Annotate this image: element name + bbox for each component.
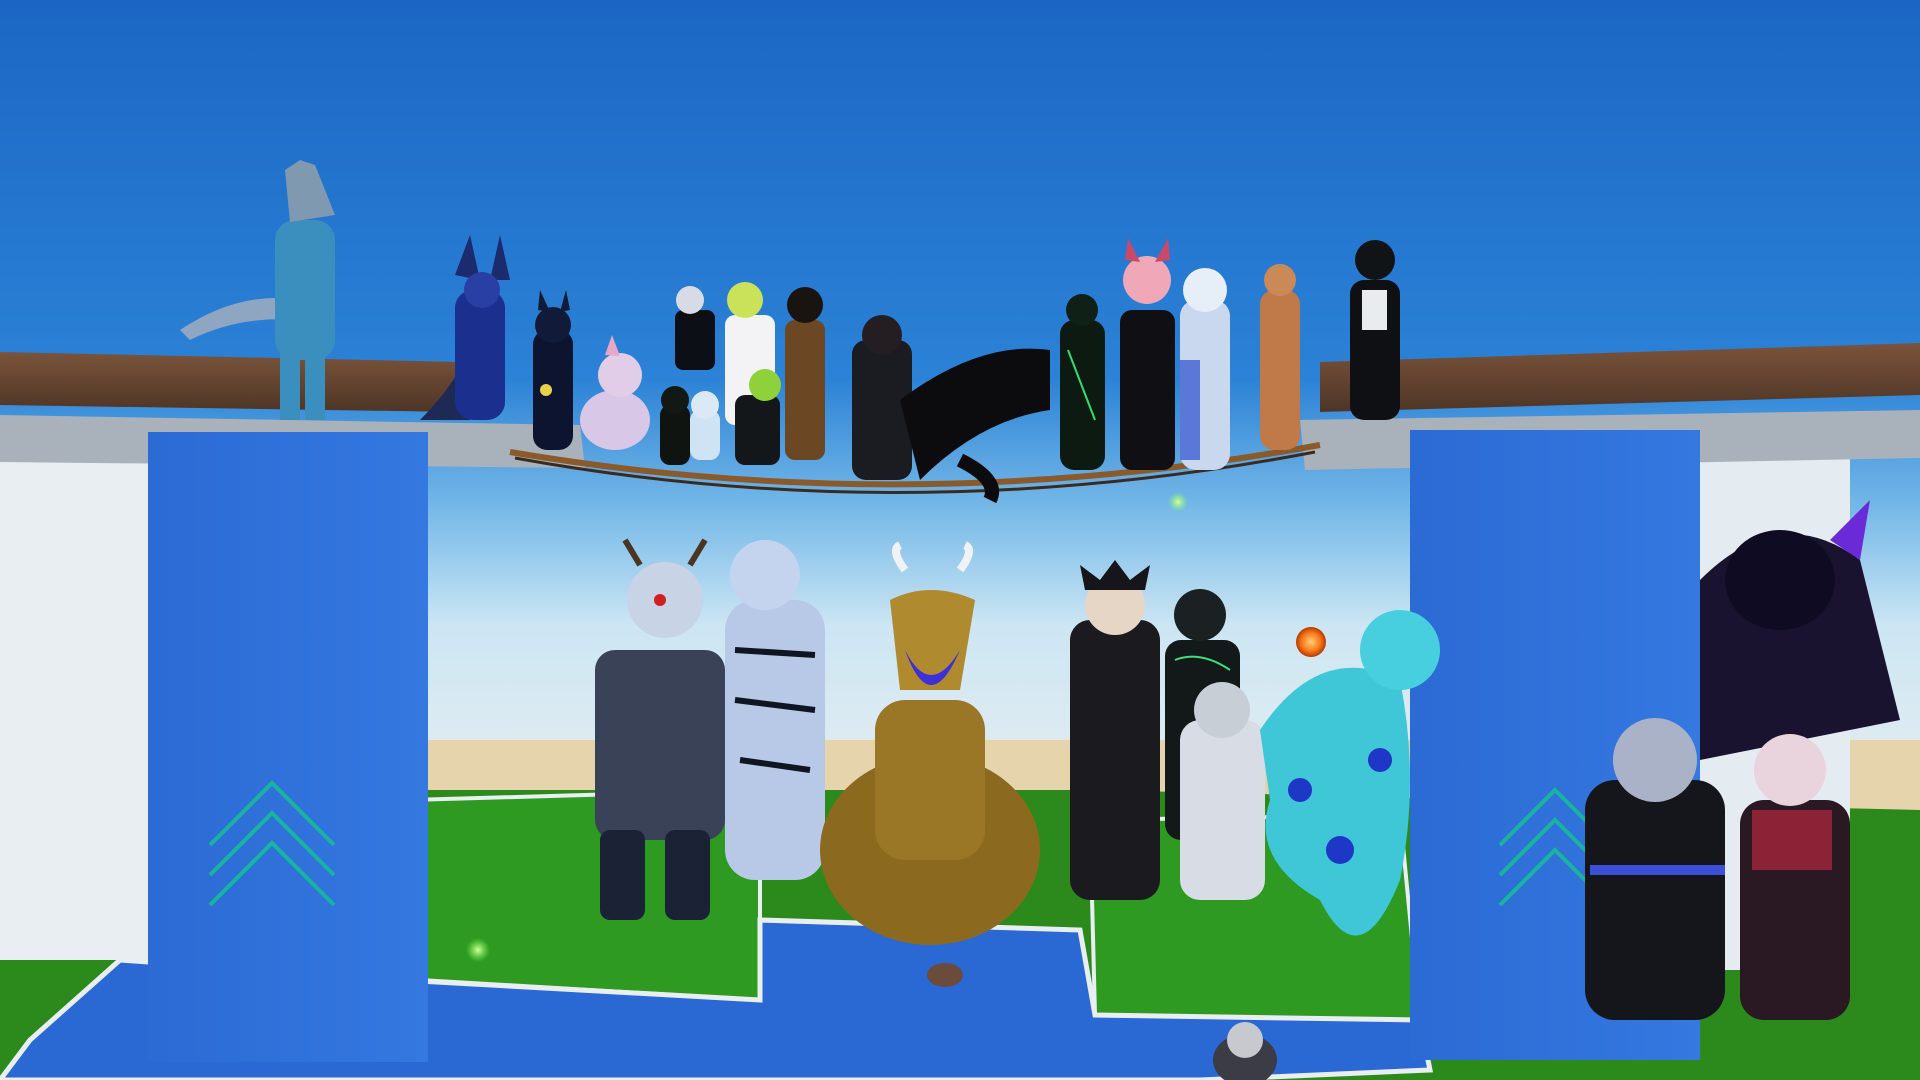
green-light-particle: [466, 938, 490, 962]
avatar[interactable]: [690, 391, 720, 460]
green-light-particle: [1168, 492, 1188, 512]
avatar[interactable]: [1350, 240, 1400, 420]
bridge-beam-left: [0, 352, 460, 412]
glowing-orb-icon: [1296, 627, 1326, 657]
avatar[interactable]: [533, 290, 573, 450]
avatar[interactable]: [660, 386, 690, 465]
avatar[interactable]: [1120, 238, 1175, 470]
distant-pillar-left: [0, 460, 160, 960]
avatar[interactable]: [927, 963, 963, 987]
blue-pillar-left: [148, 432, 428, 1062]
avatar[interactable]: [785, 287, 825, 460]
avatar[interactable]: [1180, 268, 1230, 470]
game-scene: [0, 0, 1920, 1080]
